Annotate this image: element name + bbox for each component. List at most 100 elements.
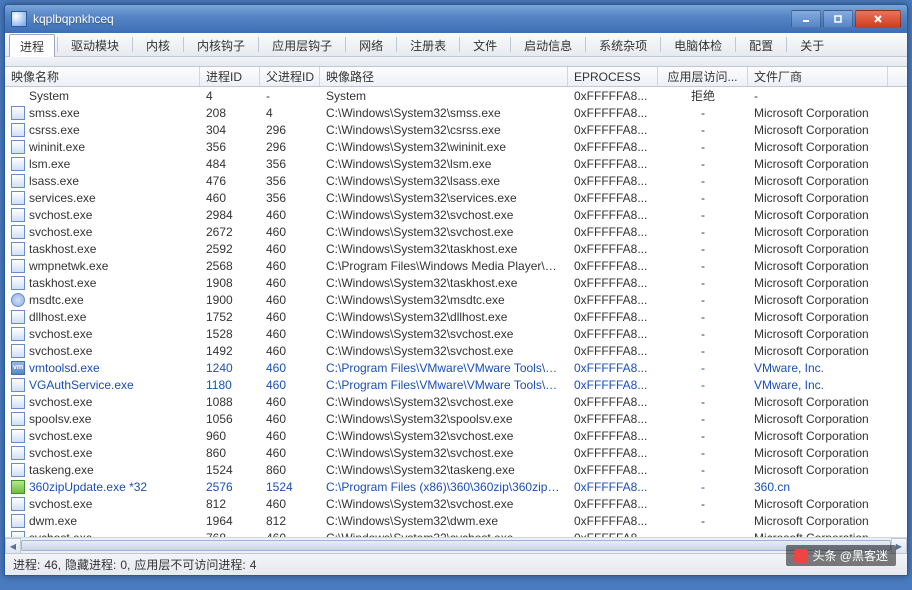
cell-path: C:\Windows\System32\svchost.exe [320,344,568,358]
cell-ppid: 460 [260,276,320,290]
cell-path: C:\Windows\System32\services.exe [320,191,568,205]
col-ppid[interactable]: 父进程ID [260,67,320,86]
status-app-label: 应用层不可访问进程: [134,556,245,573]
table-body[interactable]: System4-System0xFFFFFA8...拒绝-smss.exe208… [5,87,907,537]
cell-path: C:\Program Files (x86)\360\360zip\360zip… [320,480,568,494]
cell-path: C:\Windows\System32\taskeng.exe [320,463,568,477]
table-row[interactable]: svchost.exe768460C:\Windows\System32\svc… [5,529,907,537]
tab-10[interactable]: 电脑体检 [663,33,733,56]
status-proc-count: 46, [44,558,61,572]
table-row[interactable]: svchost.exe860460C:\Windows\System32\svc… [5,444,907,461]
process-icon [11,276,25,290]
cell-pid: 2568 [200,259,260,273]
cell-app-access: 拒绝 [658,87,748,104]
cell-name: svchost.exe [5,446,200,460]
maximize-button[interactable] [823,10,853,28]
scroll-thumb[interactable] [21,540,891,551]
tab-3[interactable]: 内核钩子 [186,33,256,56]
col-path[interactable]: 映像路径 [320,67,568,86]
cell-vendor: Microsoft Corporation [748,446,888,460]
proc-name: svchost.exe [29,497,92,511]
cell-app-access: - [658,361,748,375]
tab-separator [183,37,184,52]
scroll-left-icon[interactable]: ◀ [5,538,21,553]
cell-vendor: Microsoft Corporation [748,514,888,528]
tab-1[interactable]: 驱动模块 [60,33,130,56]
cell-eprocess: 0xFFFFFA8... [568,361,658,375]
minimize-button[interactable] [791,10,821,28]
table-row[interactable]: System4-System0xFFFFFA8...拒绝- [5,87,907,104]
table-row[interactable]: lsass.exe476356C:\Windows\System32\lsass… [5,172,907,189]
table-row[interactable]: VGAuthService.exe1180460C:\Program Files… [5,376,907,393]
tab-7[interactable]: 文件 [462,33,508,56]
proc-name: taskeng.exe [29,463,94,477]
table-row[interactable]: svchost.exe1088460C:\Windows\System32\sv… [5,393,907,410]
tab-bar: 进程驱动模块内核内核钩子应用层钩子网络注册表文件启动信息系统杂项电脑体检配置关于 [5,33,907,57]
cell-vendor: Microsoft Corporation [748,242,888,256]
tab-11[interactable]: 配置 [738,33,784,56]
proc-name: spoolsv.exe [29,412,91,426]
cell-vendor: Microsoft Corporation [748,140,888,154]
table-row[interactable]: taskeng.exe1524860C:\Windows\System32\ta… [5,461,907,478]
proc-name: csrss.exe [29,123,80,137]
process-icon [11,446,25,460]
table-row[interactable]: wmpnetwk.exe2568460C:\Program Files\Wind… [5,257,907,274]
col-eprocess[interactable]: EPROCESS [568,67,658,86]
window-title: kqplbqpnkhceq [33,12,791,26]
cell-name: dwm.exe [5,514,200,528]
process-icon [11,344,25,358]
cell-app-access: - [658,327,748,341]
table-row[interactable]: spoolsv.exe1056460C:\Windows\System32\sp… [5,410,907,427]
horizontal-scrollbar[interactable]: ◀ ▶ [5,537,907,553]
tab-6[interactable]: 注册表 [399,33,457,56]
cell-ppid: 460 [260,429,320,443]
process-icon [11,429,25,443]
cell-path: C:\Windows\System32\spoolsv.exe [320,412,568,426]
titlebar[interactable]: kqplbqpnkhceq [5,5,907,33]
table-row[interactable]: svchost.exe1528460C:\Windows\System32\sv… [5,325,907,342]
tab-8[interactable]: 启动信息 [513,33,583,56]
table-row[interactable]: svchost.exe2984460C:\Windows\System32\sv… [5,206,907,223]
table-row[interactable]: smss.exe2084C:\Windows\System32\smss.exe… [5,104,907,121]
tab-0[interactable]: 进程 [9,34,55,57]
tab-4[interactable]: 应用层钩子 [261,33,343,56]
col-vendor[interactable]: 文件厂商 [748,67,888,86]
process-icon [11,395,25,409]
table-row[interactable]: lsm.exe484356C:\Windows\System32\lsm.exe… [5,155,907,172]
process-icon [11,191,25,205]
table-row[interactable]: svchost.exe812460C:\Windows\System32\svc… [5,495,907,512]
cell-vendor: Microsoft Corporation [748,174,888,188]
cell-path: C:\Windows\System32\svchost.exe [320,446,568,460]
cell-eprocess: 0xFFFFFA8... [568,174,658,188]
table-row[interactable]: 360zipUpdate.exe *3225761524C:\Program F… [5,478,907,495]
cell-name: svchost.exe [5,395,200,409]
col-pid[interactable]: 进程ID [200,67,260,86]
table-row[interactable]: svchost.exe2672460C:\Windows\System32\sv… [5,223,907,240]
col-app-access[interactable]: 应用层访问... [658,67,748,86]
table-row[interactable]: svchost.exe960460C:\Windows\System32\svc… [5,427,907,444]
tab-5[interactable]: 网络 [348,33,394,56]
cell-pid: 1180 [200,378,260,392]
tab-2[interactable]: 内核 [135,33,181,56]
table-row[interactable]: vmvmtoolsd.exe1240460C:\Program Files\VM… [5,359,907,376]
table-row[interactable]: wininit.exe356296C:\Windows\System32\win… [5,138,907,155]
process-icon [11,174,25,188]
table-row[interactable]: dllhost.exe1752460C:\Windows\System32\dl… [5,308,907,325]
close-button[interactable] [855,10,901,28]
col-image-name[interactable]: 映像名称 [5,67,200,86]
table-row[interactable]: dwm.exe1964812C:\Windows\System32\dwm.ex… [5,512,907,529]
cell-name: svchost.exe [5,327,200,341]
cell-path: C:\Program Files\VMware\VMware Tools\VM.… [320,378,568,392]
cell-path: C:\Windows\System32\taskhost.exe [320,242,568,256]
table-row[interactable]: msdtc.exe1900460C:\Windows\System32\msdt… [5,291,907,308]
tab-12[interactable]: 关于 [789,33,835,56]
table-row[interactable]: taskhost.exe2592460C:\Windows\System32\t… [5,240,907,257]
table-row[interactable]: services.exe460356C:\Windows\System32\se… [5,189,907,206]
table-row[interactable]: svchost.exe1492460C:\Windows\System32\sv… [5,342,907,359]
tab-separator [459,37,460,52]
table-row[interactable]: taskhost.exe1908460C:\Windows\System32\t… [5,274,907,291]
tab-9[interactable]: 系统杂项 [588,33,658,56]
cell-app-access: - [658,140,748,154]
table-row[interactable]: csrss.exe304296C:\Windows\System32\csrss… [5,121,907,138]
proc-name: vmtoolsd.exe [29,361,100,375]
